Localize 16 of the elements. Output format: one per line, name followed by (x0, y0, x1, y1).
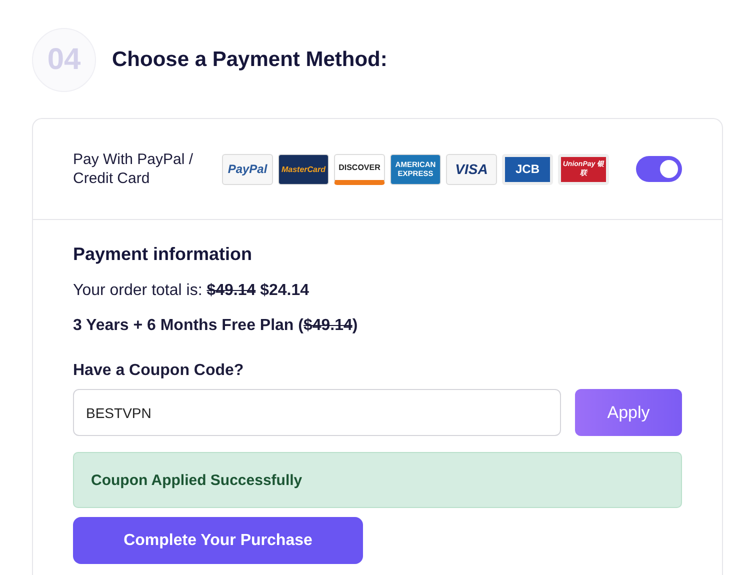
purchase-button[interactable]: Complete Your Purchase (73, 517, 363, 564)
card-logo: PayPal (222, 154, 273, 184)
apply-button[interactable]: Apply (575, 389, 682, 436)
card-logo: DISCOVER (334, 154, 385, 184)
section-heading: Payment information (73, 244, 254, 266)
card-logo: MasterCard (278, 154, 329, 184)
method-label: Pay With PayPal / Credit Card (73, 150, 194, 188)
order-total: Your order total is: $49.14 $24.14 (73, 282, 310, 301)
step-title: Choose a Payment Method: (112, 48, 388, 72)
plan-name: 3 Years + 6 Months Free Plan ($49.14) (73, 317, 359, 336)
toggle-switch[interactable] (636, 156, 682, 182)
alert-message: Coupon Applied Successfully (73, 452, 682, 508)
card-logo: JCB (502, 154, 553, 184)
card-logo: VISA (446, 154, 497, 184)
coupon-field[interactable]: BESTVPN (73, 389, 561, 436)
coupon-label: Have a Coupon Code? (73, 362, 245, 380)
